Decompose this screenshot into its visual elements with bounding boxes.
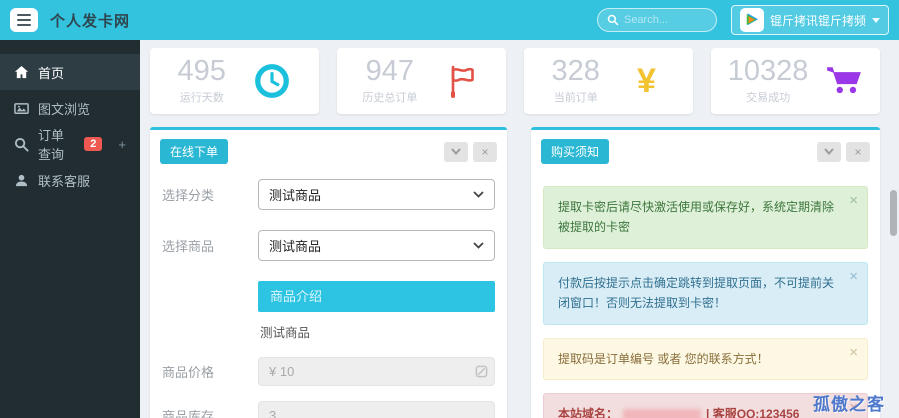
- alert-text: 付款后按提示点击确定跳转到提取页面，不可提前关闭窗口！否则无法提取到卡密！: [558, 275, 835, 311]
- video-dropdown-button[interactable]: 锟斤拷讯锟斤拷频: [730, 5, 889, 35]
- user-icon: [14, 173, 29, 188]
- stat-value: 328: [551, 55, 600, 87]
- stat-label: 历史总订单: [362, 92, 418, 104]
- stat-label: 当前订单: [553, 92, 598, 104]
- purchase-notice-panel-title: 购买须知: [541, 139, 610, 164]
- stat-value: 947: [365, 55, 415, 87]
- category-select[interactable]: 测试商品: [258, 179, 495, 210]
- collapse-panel-button[interactable]: [817, 141, 841, 162]
- readonly-icon: [475, 365, 488, 378]
- stat-value: 495: [177, 55, 226, 87]
- notice-alert-warning: 提取码是订单编号 或者 您的联系方式！ ×: [543, 337, 868, 380]
- close-icon[interactable]: ×: [849, 192, 858, 209]
- caret-down-icon: [872, 17, 880, 23]
- alert-text: 提取卡密后请尽快激活使用或保存好，系统定期清除被提取的卡密: [558, 200, 835, 235]
- watermark-text: 孤傲之客: [813, 395, 885, 414]
- product-intro-text: 测试商品: [260, 326, 311, 340]
- chevron-down-icon: [473, 191, 484, 198]
- category-select-value: 测试商品: [269, 188, 322, 203]
- close-panel-button[interactable]: ×: [846, 141, 870, 162]
- product-label: 选择商品: [162, 239, 215, 254]
- product-select-value: 测试商品: [269, 239, 322, 254]
- hamburger-menu-button[interactable]: [10, 8, 38, 32]
- product-intro-header: 商品介绍: [258, 281, 495, 312]
- price-field: [258, 357, 495, 386]
- search-icon: [14, 137, 29, 152]
- plus-icon[interactable]: +: [118, 137, 126, 152]
- image-icon: [14, 101, 29, 116]
- stat-card-total-orders: 947 历史总订单: [337, 48, 506, 114]
- top-header: 个人发卡网 锟斤拷讯锟斤拷频: [0, 0, 899, 40]
- search-icon: [607, 14, 619, 26]
- notice-alert-info: 付款后按提示点击确定跳转到提取页面，不可提前关闭窗口！否则无法提取到卡密！ ×: [543, 261, 868, 325]
- product-select[interactable]: 测试商品: [258, 230, 495, 261]
- close-panel-button[interactable]: ×: [473, 141, 497, 162]
- sidebar: 首页 图文浏览 订单查询 2 + 联系客服: [0, 40, 140, 418]
- sidebar-item-label: 图文浏览: [38, 101, 91, 117]
- stat-value: 10328: [727, 55, 809, 87]
- online-order-panel: 在线下单 × 选择分类 测试商品 选择商品 测试商品 商品介绍 测试商品 商品价…: [150, 127, 507, 418]
- alert-text-prefix: 本站域名：: [558, 406, 619, 418]
- sidebar-item-gallery[interactable]: 图文浏览: [0, 90, 140, 126]
- stat-card-running-days: 495 运行天数: [150, 48, 319, 114]
- page-scrollbar[interactable]: [890, 190, 897, 236]
- yen-icon: ¥: [636, 62, 656, 100]
- stat-label: 交易成功: [746, 92, 791, 104]
- redacted-domain: [623, 408, 702, 418]
- stock-label: 商品库存: [162, 409, 215, 418]
- purchase-notice-panel: 购买须知 × 提取卡密后请尽快激活使用或保存好，系统定期清除被提取的卡密 × 付…: [531, 127, 880, 418]
- sidebar-item-contact-support[interactable]: 联系客服: [0, 162, 140, 198]
- alert-text-suffix: | 客服QQ:123456: [706, 406, 800, 418]
- close-icon: ×: [481, 144, 489, 159]
- stats-row: 495 运行天数 947 历史总订单 328 当前订单 ¥ 10328 交易成功: [140, 40, 899, 114]
- close-icon: ×: [854, 144, 862, 159]
- order-count-badge: 2: [84, 137, 103, 151]
- price-label: 商品价格: [162, 365, 215, 380]
- category-label: 选择分类: [162, 188, 215, 203]
- video-button-label: 锟斤拷讯锟斤拷频: [769, 13, 866, 28]
- site-title: 个人发卡网: [50, 12, 131, 30]
- sidebar-item-home[interactable]: 首页: [0, 54, 140, 90]
- chevron-down-icon: [824, 148, 834, 155]
- header-search-box[interactable]: [596, 8, 717, 32]
- chevron-down-icon: [451, 148, 461, 155]
- stat-card-success-trades: 10328 交易成功: [711, 48, 880, 114]
- chevron-down-icon: [473, 242, 484, 249]
- cart-icon: [825, 62, 863, 100]
- close-icon[interactable]: ×: [849, 344, 858, 361]
- alert-text: 提取码是订单编号 或者 您的联系方式！: [558, 351, 769, 366]
- close-icon[interactable]: ×: [849, 268, 858, 285]
- sidebar-item-order-query[interactable]: 订单查询 2 +: [0, 126, 140, 162]
- stat-label: 运行天数: [179, 92, 224, 104]
- sidebar-item-label: 首页: [38, 65, 65, 81]
- stat-card-current-orders: 328 当前订单 ¥: [524, 48, 693, 114]
- home-icon: [14, 65, 29, 80]
- stock-field: [258, 401, 495, 418]
- clock-icon: [253, 62, 291, 100]
- collapse-panel-button[interactable]: [444, 141, 468, 162]
- notice-alert-success: 提取卡密后请尽快激活使用或保存好，系统定期清除被提取的卡密 ×: [543, 186, 868, 249]
- main-content: 495 运行天数 947 历史总订单 328 当前订单 ¥ 10328 交易成功…: [140, 40, 899, 418]
- search-input[interactable]: [623, 14, 707, 26]
- tencent-video-icon: [739, 8, 764, 32]
- online-order-panel-title: 在线下单: [160, 139, 229, 164]
- flag-icon: [443, 62, 481, 100]
- sidebar-item-label: 订单查询: [38, 128, 65, 162]
- sidebar-item-label: 联系客服: [38, 173, 91, 189]
